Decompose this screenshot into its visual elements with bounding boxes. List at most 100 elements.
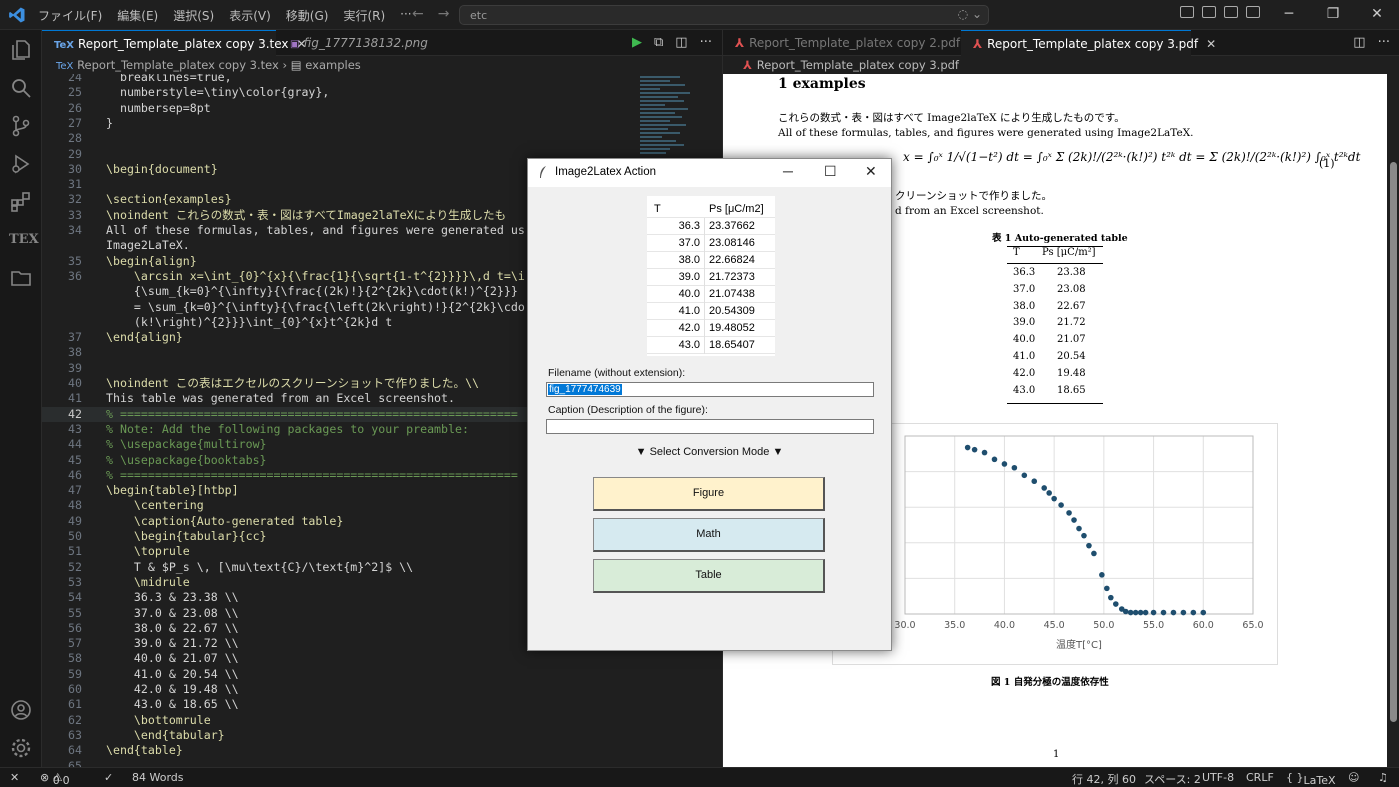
- folder-icon[interactable]: [9, 266, 33, 290]
- code-line[interactable]: 47 \begin{table}[htbp]: [42, 483, 602, 498]
- customize-layout-icon[interactable]: [1180, 6, 1194, 18]
- copilot-icon[interactable]: ◌ ⌄: [958, 7, 982, 21]
- code-line[interactable]: 36 \arcsin x=\int_{0}^{x}{\frac{1}{\sqrt…: [42, 269, 602, 284]
- indentation[interactable]: スペース: 2: [1144, 771, 1201, 787]
- code-line[interactable]: 33 \noindent これらの数式・表・図はすべてImage2laTeXにより…: [42, 208, 602, 223]
- code-line[interactable]: 59 41.0 & 20.54 \\: [42, 667, 602, 682]
- more-actions-icon[interactable]: ···: [1378, 35, 1390, 50]
- menu-more[interactable]: ···: [400, 7, 411, 24]
- dialog-minimize-button[interactable]: ─: [783, 163, 793, 179]
- extensions-icon[interactable]: [9, 190, 33, 214]
- search-icon[interactable]: [9, 76, 33, 100]
- pdf-breadcrumb-file[interactable]: Report_Template_platex copy 3.pdf: [757, 58, 959, 72]
- caption-input[interactable]: [546, 419, 874, 434]
- menu-run[interactable]: 実行(R): [343, 7, 385, 24]
- code-line[interactable]: 48 \centering: [42, 498, 602, 513]
- code-line[interactable]: 56 38.0 & 22.67 \\: [42, 621, 602, 636]
- code-line[interactable]: 51 \toprule: [42, 544, 602, 559]
- code-line[interactable]: 64 \end{table}: [42, 743, 602, 758]
- code-line[interactable]: {\sum_{k=0}^{\infty}{\frac{(2k)!}{2^{2k}…: [42, 284, 602, 299]
- split-editor-icon[interactable]: ◫: [1353, 35, 1365, 50]
- close-button[interactable]: ✕: [1355, 0, 1399, 30]
- code-line[interactable]: 57 39.0 & 21.72 \\: [42, 636, 602, 651]
- line-ending[interactable]: CRLF: [1246, 771, 1274, 784]
- code-line[interactable]: 63 \end{tabular}: [42, 728, 602, 743]
- code-line[interactable]: 55 37.0 & 23.08 \\: [42, 606, 602, 621]
- explorer-icon[interactable]: [9, 38, 33, 62]
- code-line[interactable]: 54 36.3 & 23.38 \\: [42, 590, 602, 605]
- code-line[interactable]: 61 43.0 & 18.65 \\: [42, 697, 602, 712]
- tab-pdf-copy2[interactable]: ⅄ Report_Template_platex copy 2.pdf: [723, 30, 960, 56]
- dialog-close-button[interactable]: ✕: [865, 163, 877, 180]
- tab-png-file[interactable]: ▣ fig_1777138132.png: [278, 30, 428, 56]
- filename-input[interactable]: fig_1777474639: [546, 382, 874, 397]
- manage-gear-icon[interactable]: [9, 736, 33, 760]
- code-line[interactable]: 50 \begin{tabular}{cc}: [42, 529, 602, 544]
- code-line[interactable]: 34 All of these formulas, tables, and fig…: [42, 223, 602, 238]
- pdf-scroll-thumb[interactable]: [1390, 162, 1397, 722]
- code-line[interactable]: 32 \section{examples}: [42, 192, 602, 207]
- check-icon[interactable]: ✓: [104, 771, 113, 784]
- menu-file[interactable]: ファイル(F): [38, 7, 102, 24]
- table-button[interactable]: Table: [593, 559, 825, 593]
- forward-arrow-icon[interactable]: →: [438, 6, 450, 22]
- code-line[interactable]: = \sum_{k=0}^{\infty}{\frac{\left(2k\rig…: [42, 300, 602, 315]
- build-play-icon[interactable]: ▶: [632, 35, 642, 50]
- tab-pdf-copy3[interactable]: ⅄ Report_Template_platex copy 3.pdf ✕: [961, 30, 1216, 56]
- menu-selection[interactable]: 選択(S): [173, 7, 214, 24]
- menu-go[interactable]: 移動(G): [286, 7, 329, 24]
- back-arrow-icon[interactable]: ←: [412, 6, 424, 22]
- code-line[interactable]: 40 \noindent この表はエクセルのスクリーンショットで作りました。\\: [42, 376, 602, 391]
- code-line[interactable]: 31: [42, 177, 602, 192]
- notifications-bell-icon[interactable]: ♫: [1378, 771, 1388, 784]
- copilot-status-icon[interactable]: ☺: [1348, 771, 1359, 784]
- code-line[interactable]: 26 numbersep=8pt: [42, 101, 602, 116]
- code-line[interactable]: 49 \caption{Auto-generated table}: [42, 514, 602, 529]
- code-line[interactable]: 35 \begin{align}: [42, 254, 602, 269]
- code-line[interactable]: Image2LaTeX.: [42, 238, 602, 253]
- close-tab-icon[interactable]: ✕: [1206, 37, 1216, 51]
- code-line[interactable]: 45 % \usepackage{booktabs}: [42, 453, 602, 468]
- run-debug-icon[interactable]: [9, 152, 33, 176]
- code-line[interactable]: 24 breaklines=true,: [42, 74, 602, 85]
- account-icon[interactable]: [9, 698, 33, 722]
- remote-icon[interactable]: ✕: [10, 771, 19, 784]
- more-actions-icon[interactable]: ···: [700, 35, 712, 50]
- code-line[interactable]: 25 numberstyle=\tiny\color{gray},: [42, 85, 602, 100]
- minimize-button[interactable]: ─: [1267, 0, 1311, 30]
- code-line[interactable]: 28: [42, 131, 602, 146]
- breadcrumb-file[interactable]: Report_Template_platex copy 3.tex: [77, 58, 279, 72]
- problems-indicator[interactable]: ⊗ 0 ⚠ 0: [40, 771, 70, 787]
- code-line[interactable]: 62 \bottomrule: [42, 713, 602, 728]
- code-line[interactable]: 58 40.0 & 21.07 \\: [42, 651, 602, 666]
- toggle-secondary-sidebar-icon[interactable]: [1246, 6, 1260, 18]
- language-mode[interactable]: { } LaTeX: [1286, 771, 1336, 787]
- code-line[interactable]: 46 % ====================================…: [42, 468, 602, 483]
- maximize-button[interactable]: ❐: [1311, 0, 1355, 30]
- code-line[interactable]: 53 \midrule: [42, 575, 602, 590]
- dialog-maximize-button[interactable]: ☐: [824, 163, 837, 180]
- toggle-panel-icon[interactable]: [1224, 6, 1238, 18]
- breadcrumb-symbol[interactable]: examples: [305, 58, 361, 72]
- view-pdf-icon[interactable]: ⧉: [654, 35, 663, 50]
- math-button[interactable]: Math: [593, 518, 825, 552]
- source-control-icon[interactable]: [9, 114, 33, 138]
- word-count[interactable]: 84 Words: [132, 771, 184, 784]
- code-line[interactable]: 27}: [42, 116, 602, 131]
- code-line[interactable]: 42 % ====================================…: [42, 406, 602, 422]
- code-line[interactable]: 38: [42, 345, 602, 360]
- code-line[interactable]: 30 \begin{document}: [42, 162, 602, 177]
- code-line[interactable]: 37 \end{align}: [42, 330, 602, 345]
- cursor-position[interactable]: 行 42, 列 60: [1072, 771, 1136, 787]
- split-editor-icon[interactable]: ◫: [675, 35, 687, 50]
- command-center[interactable]: etc ◌ ⌄: [459, 5, 989, 25]
- encoding[interactable]: UTF-8: [1202, 771, 1234, 784]
- tab-tex-file[interactable]: TeX Report_Template_platex copy 3.tex ✕: [42, 30, 307, 56]
- code-line[interactable]: 60 42.0 & 19.48 \\: [42, 682, 602, 697]
- pdf-scrollbar[interactable]: [1387, 74, 1399, 767]
- code-line[interactable]: 52 T & $P_s \, [\mu\text{C}/\text{m}^2]$…: [42, 560, 602, 575]
- tex-workshop-icon[interactable]: TEX: [9, 228, 39, 252]
- menu-view[interactable]: 表示(V): [229, 7, 271, 24]
- code-line[interactable]: 39: [42, 361, 602, 376]
- code-line[interactable]: 29: [42, 147, 602, 162]
